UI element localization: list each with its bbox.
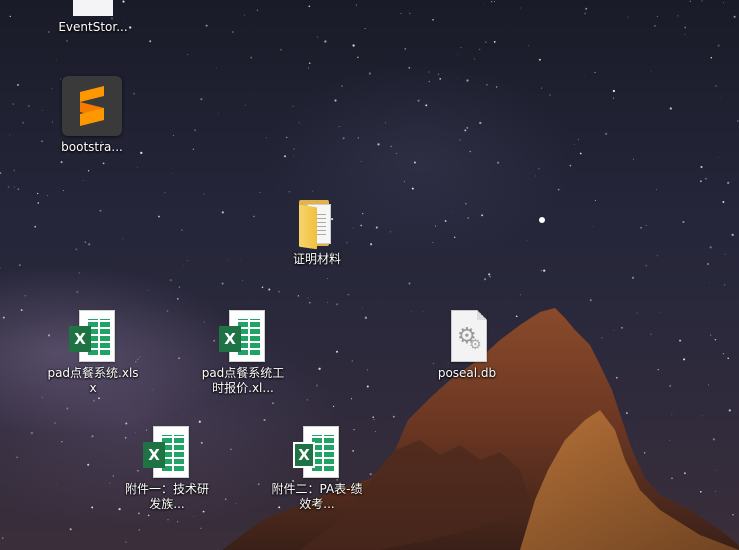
desktop-icon-pad-hours-xlsx[interactable]: X pad点餐系统工时报价.xl... — [196, 310, 290, 396]
desktop-icon-attachment1-xlsx[interactable]: X 附件一：技术研发族... — [120, 426, 214, 512]
sublime-text-icon — [62, 76, 122, 136]
icon-label: 证明材料 — [292, 252, 341, 266]
excel-file-icon: X — [69, 310, 117, 362]
excel-file-icon: X — [219, 310, 267, 362]
document-icon — [73, 0, 113, 16]
desktop-icon-eventstorming[interactable]: EventStor... — [46, 0, 140, 35]
icon-label: poseal.db — [437, 366, 497, 380]
icon-label: pad点餐系统工时报价.xl... — [201, 366, 285, 395]
folder-icon — [293, 196, 341, 250]
desktop-background: EventStor... bootstra... 证明材料 X pad点餐系统.… — [0, 0, 739, 550]
icon-label: bootstra... — [61, 140, 123, 154]
excel-file-icon: X — [143, 426, 191, 478]
icon-label: pad点餐系统.xlsx — [47, 366, 139, 395]
icon-label: 附件一：技术研发族... — [124, 482, 209, 511]
desktop-icon-bootstrap[interactable]: bootstra... — [45, 76, 139, 155]
desktop-icon-pad-xlsx[interactable]: X pad点餐系统.xlsx — [46, 310, 140, 396]
settings-file-icon: ⚙ ⚙ — [443, 310, 491, 362]
icon-label: EventStor... — [58, 20, 128, 34]
icon-label: 附件二：PA表-绩效考... — [271, 482, 363, 511]
desktop-icon-poseal-db[interactable]: ⚙ ⚙ poseal.db — [420, 310, 514, 381]
excel-file-icon: X — [293, 426, 341, 478]
desktop-icon-folder-certificates[interactable]: 证明材料 — [270, 196, 364, 267]
desktop-icon-attachment2-xlsx[interactable]: X 附件二：PA表-绩效考... — [270, 426, 364, 512]
